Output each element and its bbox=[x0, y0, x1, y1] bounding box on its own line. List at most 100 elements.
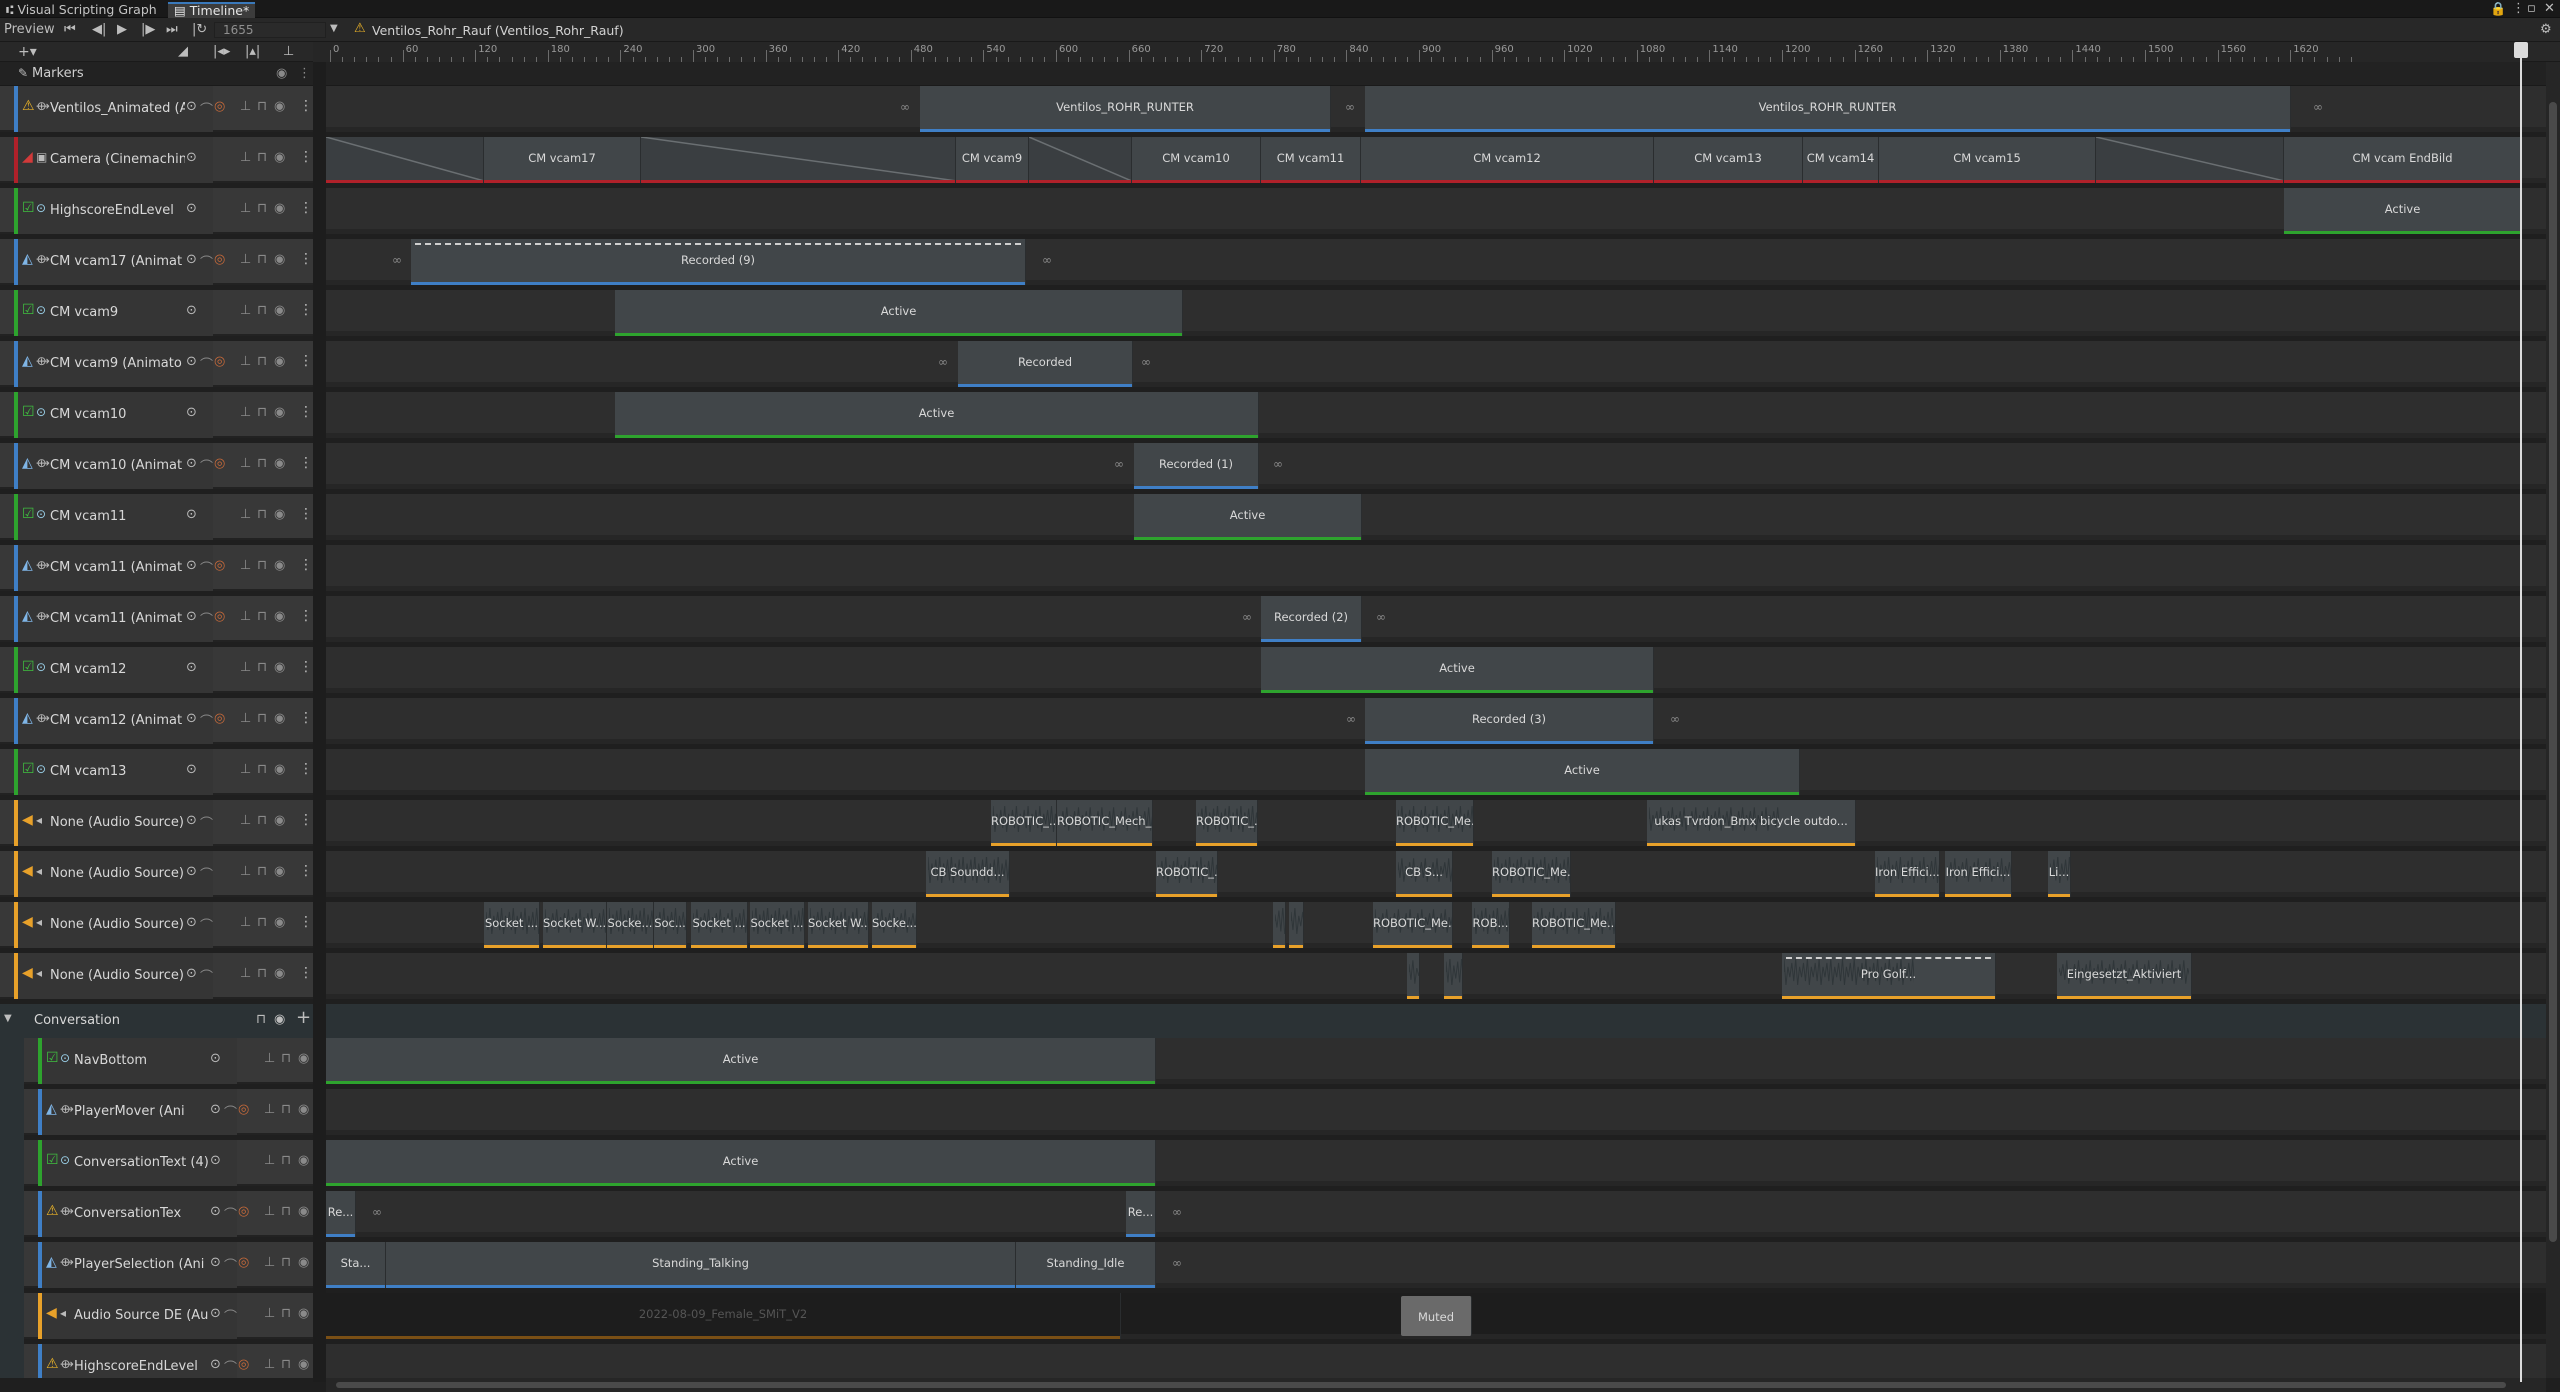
pin-icon[interactable]: ⊥ bbox=[240, 201, 251, 216]
object-picker-icon[interactable]: ⊙ bbox=[210, 1102, 221, 1117]
audio-clip[interactable]: Socket W... bbox=[808, 902, 869, 948]
pin-icon[interactable]: ⊥ bbox=[240, 915, 251, 930]
tab-timeline[interactable]: ▤ Timeline* bbox=[168, 2, 256, 18]
audio-clip[interactable]: ROBOTIC_Me... bbox=[1396, 800, 1474, 846]
lock-icon[interactable]: ⊓ bbox=[281, 1102, 291, 1117]
panel-divider[interactable] bbox=[313, 62, 326, 1382]
pin-icon[interactable]: ⊥ bbox=[240, 762, 251, 777]
track-header[interactable]: ◭ ⟴ CM vcam17 (Animat ⊙ ⌒ ◎ ⊥ ⊓ ◉ ⋮ bbox=[0, 239, 313, 285]
audio-clip[interactable]: ROB... bbox=[1472, 902, 1510, 948]
checkbox-icon[interactable]: ☑ bbox=[22, 405, 35, 419]
object-picker-icon[interactable]: ⊙ bbox=[186, 813, 197, 828]
track-lane[interactable] bbox=[326, 1089, 2546, 1135]
time-ruler[interactable]: 0 60 120 180 240 300 360 420 480 540 600 660 720 780 8… bbox=[313, 42, 2520, 62]
more-icon[interactable]: ⋮ bbox=[299, 302, 313, 318]
snap-icon[interactable]: ◢ bbox=[178, 45, 188, 58]
muted-audio-clip[interactable]: 2022-08-09_Female_SMiT_V2 bbox=[326, 1293, 1121, 1339]
curves-icon[interactable]: ⌒ bbox=[200, 252, 213, 271]
pin-icon[interactable]: ⊥ bbox=[264, 1255, 275, 1270]
track-lane[interactable] bbox=[326, 1191, 2546, 1237]
audio-clip[interactable]: Socket ... bbox=[750, 902, 805, 948]
audio-clip[interactable]: Iron Effici... bbox=[1945, 851, 2012, 897]
eye-icon[interactable]: ◉ bbox=[298, 1306, 309, 1321]
record-icon[interactable]: ◎ bbox=[214, 252, 225, 267]
more-icon[interactable]: ⋮ bbox=[299, 98, 313, 114]
pin-icon[interactable]: ⊥ bbox=[240, 609, 251, 624]
lock-icon[interactable]: ⊓ bbox=[281, 1255, 291, 1270]
audio-clip[interactable]: ROBOTIC_Me... bbox=[1492, 851, 1571, 897]
eye-icon[interactable]: ◉ bbox=[274, 915, 285, 930]
pin-icon[interactable]: ⊥ bbox=[240, 456, 251, 471]
more-icon[interactable]: ⋮ bbox=[2512, 2, 2525, 15]
horizontal-scroll-thumb[interactable] bbox=[336, 1382, 2506, 1388]
playhead[interactable] bbox=[2520, 42, 2522, 1382]
audio-clip[interactable]: ROBOTIC_Mech_... bbox=[1057, 800, 1153, 846]
object-picker-icon[interactable]: ⊙ bbox=[186, 915, 197, 930]
object-picker-icon[interactable]: ⊙ bbox=[186, 354, 197, 369]
record-icon[interactable]: ◎ bbox=[214, 354, 225, 369]
frame-field[interactable]: 1655 bbox=[214, 22, 326, 38]
more-icon[interactable]: ⋮ bbox=[299, 863, 313, 879]
playhead-follow-icon[interactable]: ⊥ bbox=[283, 45, 294, 58]
lock-icon[interactable]: ⊓ bbox=[257, 660, 267, 675]
track-header[interactable]: ◀ ◂ None (Audio Source) ⊙ ⌒ ⊥ ⊓ ◉ ⋮ bbox=[0, 953, 313, 999]
pin-icon[interactable]: ⊥ bbox=[264, 1153, 275, 1168]
cinemachine-clip[interactable]: CM vcam11 bbox=[1261, 137, 1361, 183]
pin-icon[interactable]: ⊥ bbox=[240, 864, 251, 879]
more-icon[interactable]: ⋮ bbox=[299, 251, 313, 267]
lock-icon[interactable]: ⊓ bbox=[257, 303, 267, 318]
add-track-icon[interactable]: + bbox=[296, 1009, 311, 1027]
lock-icon[interactable]: ⊓ bbox=[257, 813, 267, 828]
lock-icon[interactable]: 🔒 bbox=[2490, 3, 2506, 16]
go-to-end-icon[interactable]: ⏭ bbox=[166, 23, 178, 36]
cinemachine-clip[interactable]: CM vcam EndBild bbox=[2284, 137, 2522, 183]
ripple-icon[interactable]: |◂▸ bbox=[213, 45, 230, 58]
track-header[interactable]: ◭ ⟴ CM vcam10 (Animat ⊙ ⌒ ◎ ⊥ ⊓ ◉ ⋮ bbox=[0, 443, 313, 489]
lock-icon[interactable]: ⊓ bbox=[257, 762, 267, 777]
audio-clip[interactable]: Pro Golf... bbox=[1782, 953, 1996, 999]
record-icon[interactable]: ◎ bbox=[238, 1204, 249, 1219]
lock-icon[interactable]: ⊓ bbox=[257, 915, 267, 930]
pin-icon[interactable]: ⊥ bbox=[240, 99, 251, 114]
audio-clip[interactable]: ROBOTIC_Me... bbox=[1373, 902, 1453, 948]
lock-icon[interactable]: ⊓ bbox=[281, 1306, 291, 1321]
curves-icon[interactable]: ⌒ bbox=[224, 1357, 237, 1376]
track-lane[interactable] bbox=[326, 341, 2546, 387]
eye-icon[interactable]: ◉ bbox=[274, 201, 285, 216]
settings-icon[interactable]: ⚙ bbox=[2540, 23, 2552, 36]
pin-icon[interactable]: ⊥ bbox=[240, 813, 251, 828]
more-icon[interactable]: ⋮ bbox=[299, 812, 313, 828]
audio-clip[interactable] bbox=[1273, 902, 1286, 948]
vertical-scroll-thumb[interactable] bbox=[2549, 102, 2557, 1242]
track-header[interactable]: ◀ ◂ None (Audio Source) ⊙ ⌒ ⊥ ⊓ ◉ ⋮ bbox=[0, 800, 313, 846]
more-icon[interactable]: ⋮ bbox=[299, 200, 313, 216]
track-lane[interactable] bbox=[326, 443, 2546, 489]
eye-icon[interactable]: ◉ bbox=[298, 1153, 309, 1168]
track-lane[interactable] bbox=[326, 494, 2546, 540]
track-header[interactable]: ◀ ◂ None (Audio Source) ⊙ ⌒ ⊥ ⊓ ◉ ⋮ bbox=[0, 851, 313, 897]
checkbox-icon[interactable]: ☑ bbox=[22, 303, 35, 317]
more-icon[interactable]: ⋮ bbox=[299, 710, 313, 726]
eye-icon[interactable]: ◉ bbox=[274, 609, 285, 624]
track-header[interactable]: ☑ ⊙ HighscoreEndLevel ⊙ ⊥ ⊓ ◉ ⋮ bbox=[0, 188, 313, 234]
cinemachine-clip[interactable]: CM vcam10 bbox=[1132, 137, 1261, 183]
object-picker-icon[interactable]: ⊙ bbox=[210, 1255, 221, 1270]
animation-clip[interactable]: Recorded (1) bbox=[1134, 443, 1259, 489]
record-icon[interactable]: ◎ bbox=[214, 558, 225, 573]
pin-icon[interactable]: ⊥ bbox=[240, 966, 251, 981]
track-header[interactable]: ◭ ⟴ CM vcam9 (Animato ⊙ ⌒ ◎ ⊥ ⊓ ◉ ⋮ bbox=[0, 341, 313, 387]
lock-icon[interactable]: ⊓ bbox=[257, 201, 267, 216]
more-icon[interactable]: ⋮ bbox=[299, 404, 313, 420]
curves-icon[interactable]: ⌒ bbox=[200, 354, 213, 373]
loop-icon[interactable]: |↻ bbox=[192, 23, 207, 36]
track-header[interactable]: ◭ ⟴ CM vcam11 (Animat ⊙ ⌒ ◎ ⊥ ⊓ ◉ ⋮ bbox=[0, 596, 313, 642]
audio-clip[interactable] bbox=[1289, 902, 1304, 948]
more-icon[interactable]: ⋮ bbox=[299, 455, 313, 471]
object-picker-icon[interactable]: ⊙ bbox=[186, 609, 197, 624]
audio-clip[interactable]: Socket ... bbox=[691, 902, 748, 948]
object-picker-icon[interactable]: ⊙ bbox=[210, 1357, 221, 1372]
track-header[interactable]: ☑⊙ConversationText (4)⊙⊥⊓◉⋮ bbox=[24, 1140, 313, 1186]
fold-icon[interactable]: ▼ bbox=[4, 1014, 12, 1024]
track-header[interactable]: ☑ ⊙ CM vcam13 ⊙ ⊥ ⊓ ◉ ⋮ bbox=[0, 749, 313, 795]
object-picker-icon[interactable]: ⊙ bbox=[186, 507, 197, 522]
